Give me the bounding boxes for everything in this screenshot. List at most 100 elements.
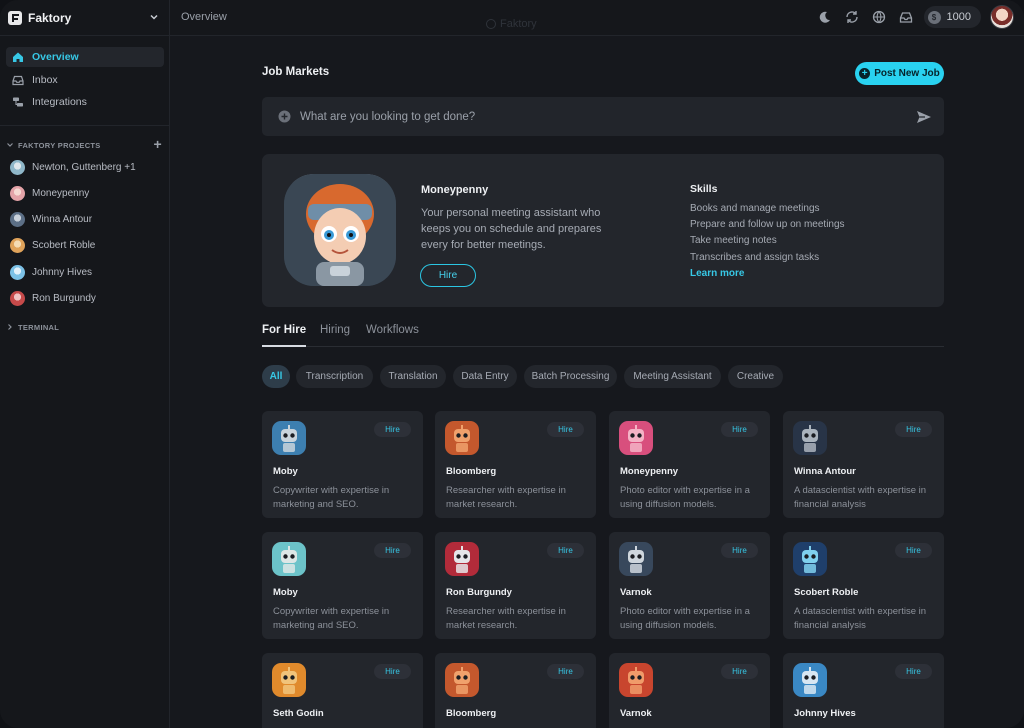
agent-avatar: [619, 663, 653, 697]
agent-name: Winna Antour: [794, 466, 856, 477]
agent-hire-button[interactable]: Hire: [374, 422, 411, 437]
filter-batch-processing[interactable]: Batch Processing: [524, 365, 617, 388]
project-label: Scobert Roble: [32, 239, 96, 251]
page-title: Job Markets: [262, 66, 330, 78]
agent-hire-button[interactable]: Hire: [721, 422, 758, 437]
workspace-switcher[interactable]: Faktory: [0, 0, 170, 36]
tab-bar: For Hire Hiring Workflows: [262, 324, 944, 347]
post-new-job-button[interactable]: + Post New Job: [855, 62, 944, 85]
agent-card[interactable]: Hire Ron Burgundy Researcher with expertis…: [435, 532, 596, 639]
agent-avatar: [793, 542, 827, 576]
learn-more-link[interactable]: Learn more: [690, 268, 744, 279]
agent-hire-button[interactable]: Hire: [895, 664, 932, 679]
agent-avatar: [445, 421, 479, 455]
project-avatar: [10, 264, 25, 280]
agent-card[interactable]: Hire Seth Godin: [262, 653, 423, 728]
agent-card[interactable]: Hire Varnok: [609, 653, 770, 728]
filter-data-entry[interactable]: Data Entry: [453, 365, 517, 388]
tab-for-hire[interactable]: For Hire: [262, 324, 306, 336]
agent-hire-button[interactable]: Hire: [895, 422, 932, 437]
agent-avatar: [619, 542, 653, 576]
project-avatar: [10, 290, 25, 306]
agent-description: A datascientist with expertise in financ…: [794, 485, 927, 510]
agent-hire-button[interactable]: Hire: [547, 422, 584, 437]
sidebar-project-item[interactable]: Scobert Roble: [10, 236, 165, 254]
agent-card[interactable]: Hire Bloomberg Researcher with expertise i…: [435, 411, 596, 518]
sidebar-item-overview[interactable]: Overview: [6, 47, 164, 67]
credits-value: 1000: [946, 11, 971, 23]
tab-workflows[interactable]: Workflows: [366, 324, 419, 336]
sidebar-divider: [0, 125, 170, 126]
add-project-icon[interactable]: +: [154, 136, 162, 152]
sidebar-item-inbox[interactable]: Inbox: [6, 70, 164, 90]
user-avatar[interactable]: [990, 5, 1014, 29]
sidebar-item-label: Overview: [32, 51, 79, 63]
filter-transcription[interactable]: Transcription: [296, 365, 373, 388]
agent-name: Moneypenny: [620, 466, 679, 477]
sidebar-project-item[interactable]: Johnny Hives: [10, 263, 165, 281]
filter-translation[interactable]: Translation: [380, 365, 446, 388]
ghost-title: Faktory: [486, 18, 537, 30]
agent-description: Researcher with expertise in market rese…: [446, 606, 566, 631]
sidebar-project-item[interactable]: Moneypenny: [10, 184, 165, 202]
main-content: Job Markets + Post New Job What are you …: [170, 36, 1024, 728]
agent-avatar: [272, 542, 306, 576]
project-avatar: [10, 159, 25, 175]
agent-hire-button[interactable]: Hire: [547, 543, 584, 558]
ghost-title-text: Faktory: [500, 18, 537, 30]
agent-name: Moby: [273, 587, 298, 598]
agent-card[interactable]: Hire Moneypenny Photo editor with expertis…: [609, 411, 770, 518]
agent-name: Ron Burgundy: [446, 587, 512, 598]
globe-icon[interactable]: [870, 8, 888, 26]
agent-hire-button[interactable]: Hire: [721, 543, 758, 558]
agent-hire-button[interactable]: Hire: [721, 664, 758, 679]
agent-hire-button[interactable]: Hire: [547, 664, 584, 679]
agent-card[interactable]: Hire Winna Antour A datascientist with exp…: [783, 411, 944, 518]
agent-card[interactable]: Hire Moby Copywriter with expertise in mar…: [262, 532, 423, 639]
workspace-name: Faktory: [28, 11, 72, 25]
sidebar-project-item[interactable]: Newton, Guttenberg +1: [10, 158, 165, 176]
inbox-tray-icon[interactable]: [897, 8, 915, 26]
integrations-icon: [11, 96, 24, 109]
featured-hire-button[interactable]: Hire: [420, 264, 476, 287]
agent-hire-button[interactable]: Hire: [895, 543, 932, 558]
agent-card[interactable]: Hire Moby Copywriter with expertise in mar…: [262, 411, 423, 518]
credits-badge[interactable]: $ 1000: [923, 6, 981, 28]
sidebar-item-integrations[interactable]: Integrations: [6, 92, 164, 112]
skill-item: Transcribes and assign tasks: [690, 252, 820, 263]
projects-section-header[interactable]: FAKTORY PROJECTS +: [6, 136, 166, 152]
job-search-input[interactable]: [300, 110, 907, 123]
agent-hire-button[interactable]: Hire: [374, 543, 411, 558]
agent-description: Photo editor with expertise in a using d…: [620, 485, 750, 510]
featured-agent-avatar: [284, 174, 396, 286]
terminal-section-header[interactable]: TERMINAL: [6, 320, 166, 334]
top-bar: Faktory Overview Faktory $ 1000: [0, 0, 1024, 36]
filter-creative[interactable]: Creative: [728, 365, 783, 388]
ghost-logo-icon: [486, 19, 496, 29]
app-window: Faktory Overview Faktory $ 1000 Overview…: [0, 0, 1024, 728]
agent-name: Varnok: [620, 708, 652, 719]
top-actions: $ 1000: [816, 5, 1014, 29]
agent-card[interactable]: Hire Bloomberg: [435, 653, 596, 728]
filter-all[interactable]: All: [262, 365, 290, 388]
agent-hire-button[interactable]: Hire: [374, 664, 411, 679]
agent-card[interactable]: Hire Varnok Photo editor with expertise in…: [609, 532, 770, 639]
project-label: Johnny Hives: [32, 266, 93, 278]
agent-card[interactable]: Hire Scobert Roble A datascientist with ex…: [783, 532, 944, 639]
agent-name: Varnok: [620, 587, 652, 598]
sidebar-project-item[interactable]: Ron Burgundy: [10, 289, 165, 307]
chevron-right-icon: [8, 324, 12, 330]
tab-hiring[interactable]: Hiring: [320, 324, 350, 336]
add-circle-icon[interactable]: [278, 110, 291, 123]
terminal-section-title: TERMINAL: [18, 322, 60, 332]
agent-card[interactable]: Hire Johnny Hives: [783, 653, 944, 728]
breadcrumb: Overview: [181, 11, 227, 23]
sync-icon[interactable]: [843, 8, 861, 26]
sidebar-project-item[interactable]: Winna Antour: [10, 210, 165, 228]
project-label: Winna Antour: [32, 213, 93, 225]
project-label: Ron Burgundy: [32, 292, 96, 304]
send-icon[interactable]: [916, 109, 932, 125]
filter-meeting-assistant[interactable]: Meeting Assistant: [624, 365, 721, 388]
moon-icon[interactable]: [816, 8, 834, 26]
project-avatar: [10, 211, 25, 227]
